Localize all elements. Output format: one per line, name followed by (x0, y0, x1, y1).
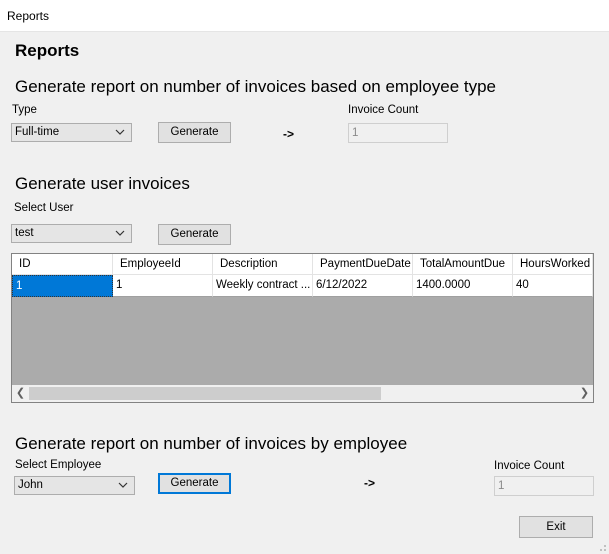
invoice-count-field: 1 (494, 476, 594, 496)
table-cell[interactable]: 6/12/2022 (313, 275, 413, 297)
table-cell[interactable]: 1400.0000 (413, 275, 513, 297)
table-cell[interactable]: Weekly contract ... (213, 275, 313, 297)
invoices-grid[interactable]: ID EmployeeId Description PaymentDueDate… (11, 253, 594, 403)
window-title: Reports (7, 9, 50, 23)
type-select-value: Full-time (15, 126, 60, 138)
generate-user-invoices-button[interactable]: Generate (158, 224, 231, 245)
section-user-invoices-heading: Generate user invoices (15, 174, 190, 193)
invoice-count-label: Invoice Count (494, 460, 565, 472)
invoice-count-label: Invoice Count (348, 104, 419, 116)
table-cell[interactable]: 1 (12, 275, 113, 297)
type-select[interactable]: Full-time (11, 123, 132, 142)
column-header[interactable]: EmployeeId (113, 254, 213, 275)
table-row[interactable]: 1 1 Weekly contract ... 6/12/2022 1400.0… (12, 275, 593, 297)
generate-type-report-button[interactable]: Generate (158, 122, 231, 143)
type-label: Type (12, 104, 37, 116)
scroll-left-icon[interactable]: ❮ (12, 385, 29, 402)
page-title: Reports (15, 41, 80, 60)
chevron-down-icon (115, 230, 125, 236)
employee-select[interactable]: John (14, 476, 135, 495)
column-header[interactable]: HoursWorked (513, 254, 593, 275)
column-header[interactable]: ID (12, 254, 113, 275)
user-select-value: test (15, 227, 34, 239)
chevron-down-icon (115, 129, 125, 135)
column-header[interactable]: TotalAmountDue (413, 254, 513, 275)
select-employee-label: Select Employee (15, 459, 102, 471)
invoice-count-field: 1 (348, 123, 448, 143)
grid-header: ID EmployeeId Description PaymentDueDate… (12, 254, 593, 275)
resize-grip-icon[interactable] (595, 540, 607, 552)
arrow-indicator: -> (283, 127, 295, 141)
scrollbar-thumb[interactable] (29, 387, 381, 400)
title-bar: Reports (0, 0, 609, 32)
user-select[interactable]: test (11, 224, 132, 243)
employee-select-value: John (18, 479, 43, 491)
horizontal-scrollbar[interactable]: ❮ ❯ (12, 385, 593, 402)
select-user-label: Select User (14, 202, 74, 214)
chevron-down-icon (118, 482, 128, 488)
table-cell[interactable]: 1 (113, 275, 213, 297)
arrow-indicator: -> (364, 476, 376, 490)
section-by-employee-heading: Generate report on number of invoices by… (15, 434, 408, 453)
exit-button[interactable]: Exit (519, 516, 593, 538)
generate-employee-report-button[interactable]: Generate (158, 473, 231, 494)
scroll-right-icon[interactable]: ❯ (576, 385, 593, 402)
table-cell[interactable]: 40 (513, 275, 593, 297)
section-employee-type-heading: Generate report on number of invoices ba… (15, 77, 497, 96)
column-header[interactable]: Description (213, 254, 313, 275)
column-header[interactable]: PaymentDueDate (313, 254, 413, 275)
